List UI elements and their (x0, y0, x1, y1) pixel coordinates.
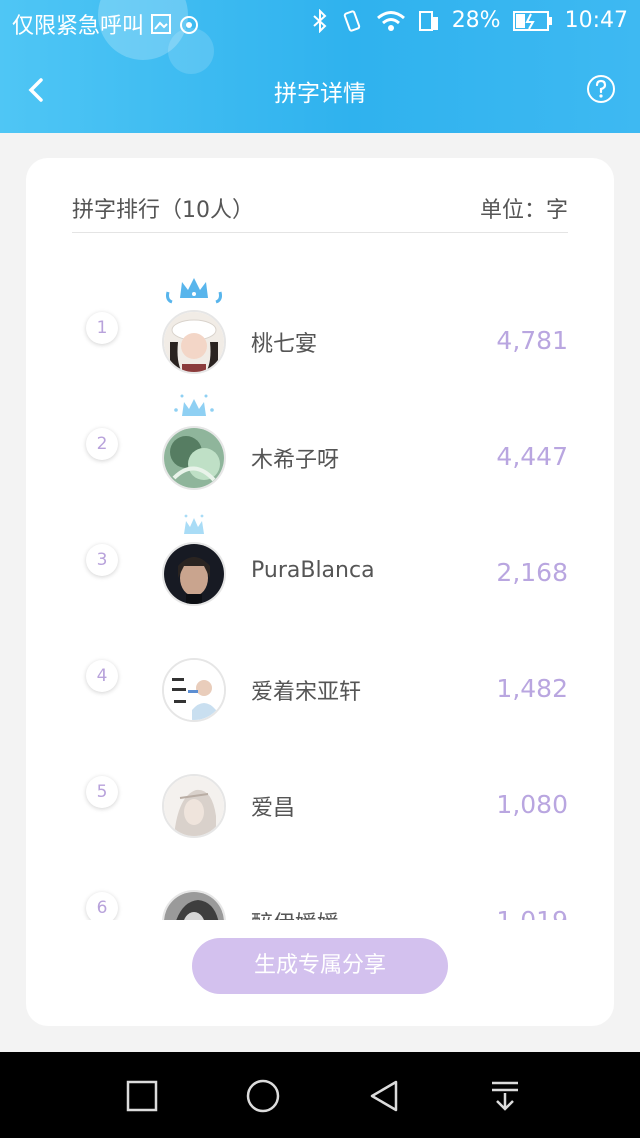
word-count: 4,447 (496, 442, 568, 471)
avatar[interactable] (162, 542, 226, 606)
vibrate-icon (340, 9, 364, 33)
rank-badge: 2 (86, 428, 118, 460)
word-count: 4,781 (496, 326, 568, 355)
page-title: 拼字详情 (274, 81, 366, 107)
avatar-container (162, 658, 226, 722)
emergency-call-text: 仅限紧急呼叫 (12, 14, 145, 39)
word-count: 1,080 (496, 790, 568, 819)
rank-badge: 3 (86, 544, 118, 576)
ranking-row[interactable]: 1 桃七宴 4,781 (26, 278, 614, 412)
clock-time: 10:47 (564, 8, 628, 33)
rank-badge: 5 (86, 776, 118, 808)
gallery-icon (150, 13, 172, 35)
crown-icon (184, 514, 204, 534)
status-bar: 仅限紧急呼叫 28% 10:47 (0, 0, 640, 44)
home-icon (246, 1079, 280, 1113)
system-nav-bar (0, 1052, 640, 1138)
crown-icon (174, 394, 214, 416)
ranking-list[interactable]: 1 桃七宴 4,781 2 木希子呀 4,447 3 PuraBlanca 2,… (26, 244, 614, 920)
avatar[interactable] (162, 774, 226, 838)
nav-bar: 拼字详情 (0, 60, 640, 120)
drawer-icon (492, 1081, 518, 1111)
recent-apps-icon (126, 1080, 158, 1112)
ranking-title: 拼字排行（10人） (72, 198, 254, 223)
avatar-container (162, 394, 226, 490)
ranking-header: 拼字排行（10人） 单位：字 (72, 184, 568, 233)
user-name: 爱昌 (251, 796, 296, 821)
system-back-button[interactable] (362, 1074, 406, 1118)
avatar[interactable] (162, 658, 226, 722)
avatar-container (162, 514, 226, 606)
help-button[interactable] (586, 74, 616, 104)
ranking-row[interactable]: 5 爱昌 1,080 (26, 760, 614, 876)
back-icon (370, 1080, 398, 1112)
home-button[interactable] (241, 1074, 285, 1118)
app-header: 仅限紧急呼叫 28% 10:47 拼字详情 (0, 0, 640, 133)
avatar-container (162, 774, 226, 838)
user-name: 醉伊媛媛 (251, 906, 339, 920)
help-circle-icon (587, 75, 615, 103)
avatar[interactable] (162, 310, 226, 374)
ranking-row[interactable]: 4 爱着宋亚轩 1,482 (26, 644, 614, 760)
sim-icon (418, 9, 440, 33)
recent-apps-button[interactable] (120, 1074, 164, 1118)
crown-icon (166, 278, 222, 304)
ranking-row[interactable]: 3 PuraBlanca 2,168 (26, 514, 614, 644)
ranking-row[interactable]: 2 木希子呀 4,447 (26, 394, 614, 528)
generate-share-button[interactable]: 生成专属分享 (192, 938, 448, 994)
word-count: 1,019 (496, 906, 568, 920)
word-count: 1,482 (496, 674, 568, 703)
battery-percent: 28% (451, 8, 501, 33)
ranking-row[interactable]: 6 醉伊媛媛 1,019 (26, 876, 614, 920)
avatar-container (162, 278, 226, 374)
user-name: 桃七宴 (251, 332, 318, 357)
notification-drawer-button[interactable] (483, 1074, 527, 1118)
wifi-icon (376, 9, 406, 33)
user-name: 爱着宋亚轩 (251, 680, 362, 705)
rank-badge: 1 (86, 312, 118, 344)
ranking-card: 拼字排行（10人） 单位：字 1 桃七宴 4,781 2 木希子呀 4,447 … (26, 158, 614, 1026)
avatar[interactable] (162, 890, 226, 920)
user-name: 木希子呀 (251, 448, 340, 473)
bluetooth-icon (312, 8, 328, 33)
user-name: PuraBlanca (251, 558, 375, 583)
rank-badge: 6 (86, 892, 118, 920)
unit-label: 单位：字 (479, 198, 568, 223)
sync-icon (178, 13, 200, 35)
battery-charging-icon (512, 10, 553, 32)
rank-badge: 4 (86, 660, 118, 692)
word-count: 2,168 (496, 558, 568, 587)
avatar-container (162, 890, 226, 920)
avatar[interactable] (162, 426, 226, 490)
